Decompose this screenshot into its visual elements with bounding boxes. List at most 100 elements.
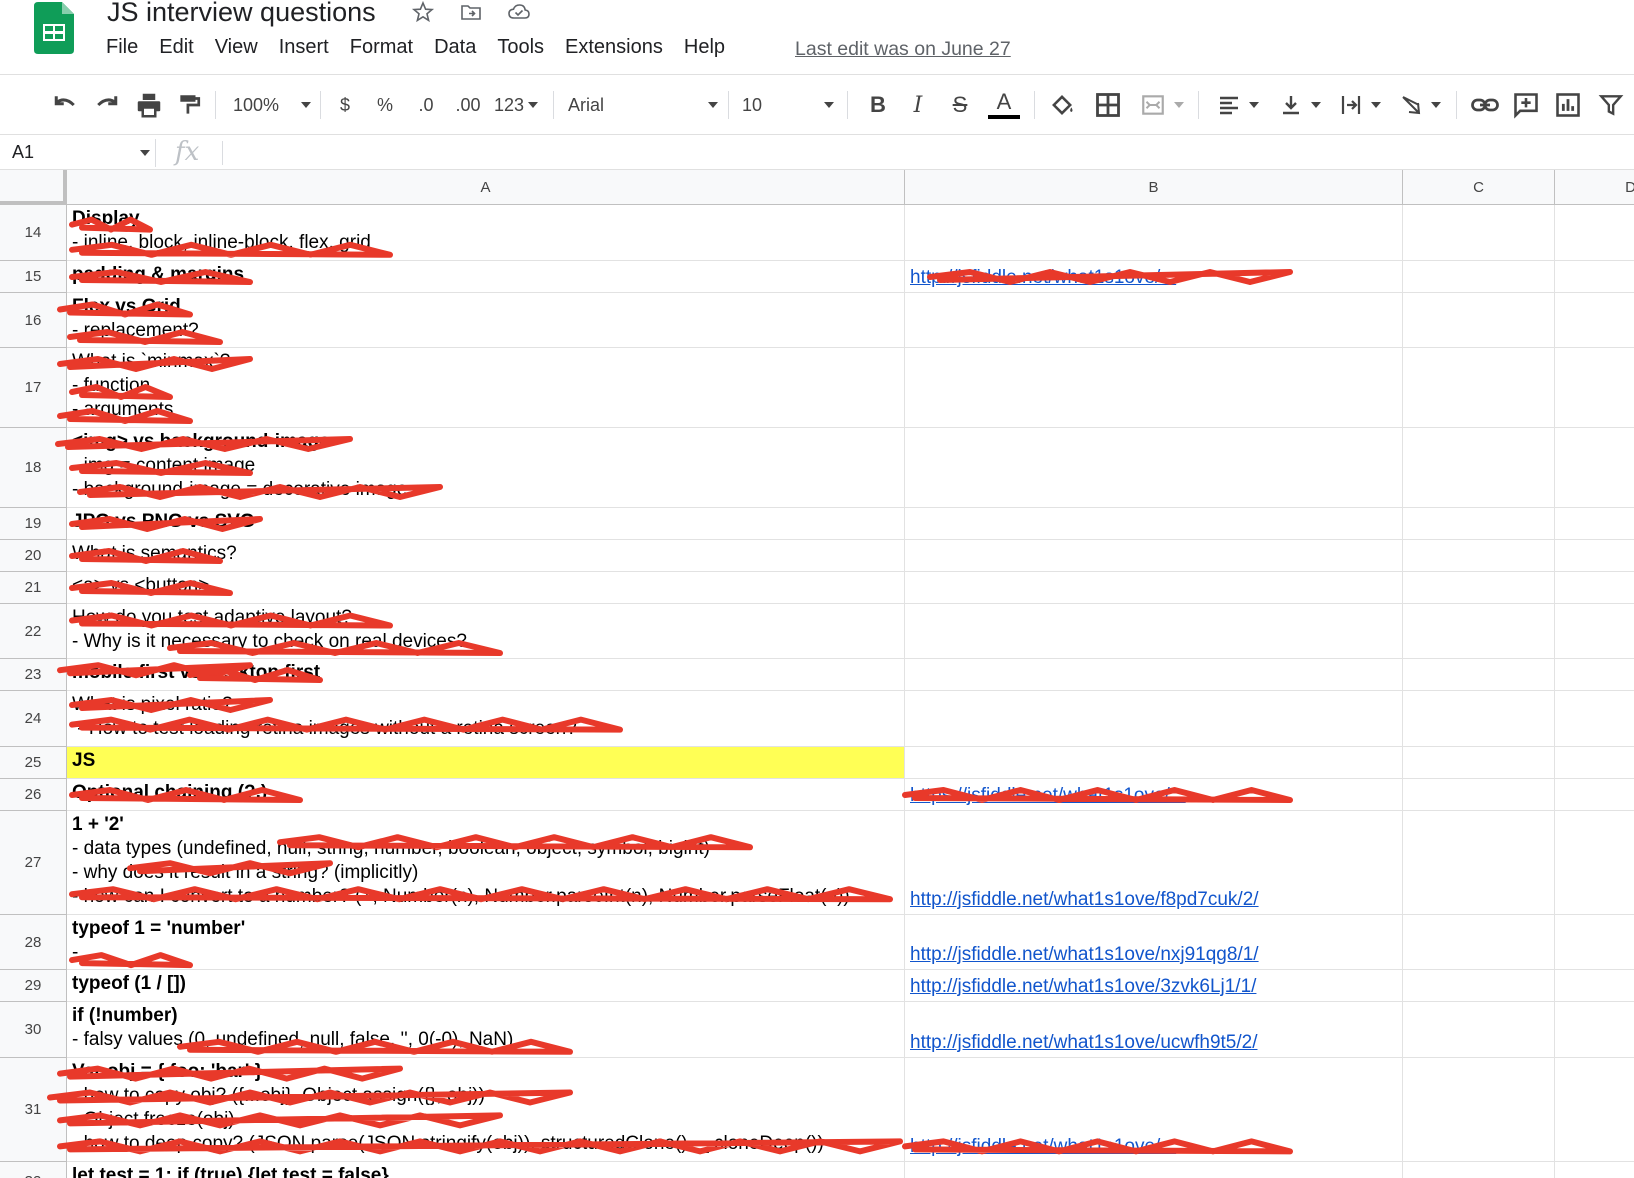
cell-c[interactable] [1403, 604, 1555, 659]
borders-icon[interactable] [1094, 89, 1122, 121]
cell-c[interactable] [1403, 747, 1555, 779]
row-header[interactable]: 21 [0, 572, 67, 604]
cell-d[interactable] [1555, 915, 1634, 970]
print-icon[interactable] [134, 89, 164, 121]
bold-button[interactable]: B [866, 89, 890, 121]
cell-d[interactable] [1555, 261, 1634, 293]
rotate-icon[interactable] [1396, 89, 1444, 121]
cell-d[interactable] [1555, 205, 1634, 261]
menu-view[interactable]: View [215, 36, 258, 59]
row-header[interactable]: 24 [0, 691, 67, 747]
percent-button[interactable]: % [374, 89, 396, 121]
cell-a[interactable]: mobile first vs desktop first [67, 659, 905, 691]
cell-d[interactable] [1555, 691, 1634, 747]
cell-b[interactable] [905, 540, 1403, 572]
menu-data[interactable]: Data [434, 36, 476, 59]
zoom-select[interactable]: 100% [232, 89, 312, 121]
chart-icon[interactable] [1554, 89, 1582, 121]
cell-c[interactable] [1403, 811, 1555, 915]
align-icon[interactable] [1214, 89, 1262, 121]
cell-b[interactable] [905, 508, 1403, 540]
cell-d[interactable] [1555, 1058, 1634, 1162]
cell-b-link[interactable]: http://jsfiddle.net/what1s1ove/f8pd7cuk/… [905, 811, 1403, 915]
cell-d[interactable] [1555, 540, 1634, 572]
row-header[interactable]: 27 [0, 811, 67, 915]
row-header[interactable]: 19 [0, 508, 67, 540]
cell-a[interactable]: Display - inline, block, inline-block, fl… [67, 205, 905, 261]
row-header[interactable]: 16 [0, 293, 67, 348]
row-header[interactable]: 18 [0, 428, 67, 508]
cell-a[interactable]: let test = 1; if (true) {let test = fals… [67, 1162, 905, 1178]
cell-b[interactable] [905, 293, 1403, 348]
cloud-icon[interactable] [506, 0, 532, 24]
cell-a[interactable]: if (!number) - falsy values (0, undefined… [67, 1002, 905, 1058]
redo-icon[interactable] [92, 89, 122, 121]
currency-button[interactable]: $ [334, 89, 356, 121]
cell-a[interactable]: Flex vs Grid - replacement? [67, 293, 905, 348]
cell-d[interactable] [1555, 1162, 1634, 1178]
cell-c[interactable] [1403, 261, 1555, 293]
row-header[interactable]: 23 [0, 659, 67, 691]
column-header-c[interactable]: C [1403, 170, 1555, 205]
cell-c[interactable] [1403, 1162, 1555, 1178]
cell-c[interactable] [1403, 779, 1555, 811]
cell-c[interactable] [1403, 1002, 1555, 1058]
cell-b[interactable] [905, 1162, 1403, 1178]
row-header[interactable]: 32 [0, 1162, 67, 1178]
cell-a[interactable]: What is semantics? [67, 540, 905, 572]
cell-c[interactable] [1403, 348, 1555, 428]
cell-d[interactable] [1555, 293, 1634, 348]
cell-c[interactable] [1403, 540, 1555, 572]
cell-b-link[interactable]: http://jsfiddle.net/what1s1ove/... [905, 1058, 1403, 1162]
text-color-button[interactable]: A [988, 89, 1020, 119]
row-header[interactable]: 14 [0, 205, 67, 261]
cell-a[interactable]: Var obj = { foo: 'bar' } - how to copy ob… [67, 1058, 905, 1162]
row-header[interactable]: 31 [0, 1058, 67, 1162]
cell-b[interactable] [905, 572, 1403, 604]
column-header-b[interactable]: B [905, 170, 1403, 205]
cell-a[interactable]: What is `minmax`? - function - arguments [67, 348, 905, 428]
cell-d[interactable] [1555, 572, 1634, 604]
cell-c[interactable] [1403, 659, 1555, 691]
cell-c[interactable] [1403, 205, 1555, 261]
cell-d[interactable] [1555, 970, 1634, 1002]
cell-c[interactable] [1403, 293, 1555, 348]
cell-a[interactable]: padding & margins [67, 261, 905, 293]
cell-b-link[interactable]: http://jsfiddle.net/what1s1ove/ucwfh9t5/… [905, 1002, 1403, 1058]
decrease-decimal-button[interactable]: .0 [412, 89, 440, 121]
name-box-dropdown-icon[interactable] [140, 150, 150, 156]
cell-b[interactable] [905, 747, 1403, 779]
increase-decimal-button[interactable]: .00 [450, 89, 486, 121]
cell-b[interactable] [905, 659, 1403, 691]
cell-b[interactable] [905, 691, 1403, 747]
star-icon[interactable] [410, 0, 436, 24]
cell-d[interactable] [1555, 348, 1634, 428]
cell-d[interactable] [1555, 508, 1634, 540]
menu-help[interactable]: Help [684, 36, 725, 59]
row-header[interactable]: 22 [0, 604, 67, 659]
row-header[interactable]: 20 [0, 540, 67, 572]
cell-d[interactable] [1555, 604, 1634, 659]
cell-c[interactable] [1403, 508, 1555, 540]
cell-b-link[interactable]: http://jsfiddle.net/what1s1ove/... [905, 261, 1403, 293]
cell-c[interactable] [1403, 428, 1555, 508]
undo-icon[interactable] [50, 89, 80, 121]
cell-b-link[interactable]: http://jsfiddle.net/what1s1ove/nxj91qg8/… [905, 915, 1403, 970]
cell-b-link[interactable]: http://jsfiddle.net/what1s1ove/3zvk6Lj1/… [905, 970, 1403, 1002]
cell-a[interactable]: 1 + '2' - data types (undefined, null, st… [67, 811, 905, 915]
cell-d[interactable] [1555, 1002, 1634, 1058]
cell-b[interactable] [905, 205, 1403, 261]
row-header[interactable]: 17 [0, 348, 67, 428]
cell-d[interactable] [1555, 428, 1634, 508]
cell-a[interactable]: JS [67, 747, 905, 779]
cell-b[interactable] [905, 428, 1403, 508]
fill-color-icon[interactable] [1048, 89, 1076, 121]
cell-d[interactable] [1555, 659, 1634, 691]
merge-icon[interactable] [1138, 89, 1186, 121]
cell-d[interactable] [1555, 811, 1634, 915]
cell-b[interactable] [905, 604, 1403, 659]
move-icon[interactable] [458, 0, 484, 24]
select-all-corner[interactable] [0, 170, 67, 205]
cell-d[interactable] [1555, 779, 1634, 811]
column-header-d[interactable]: D [1555, 170, 1634, 205]
